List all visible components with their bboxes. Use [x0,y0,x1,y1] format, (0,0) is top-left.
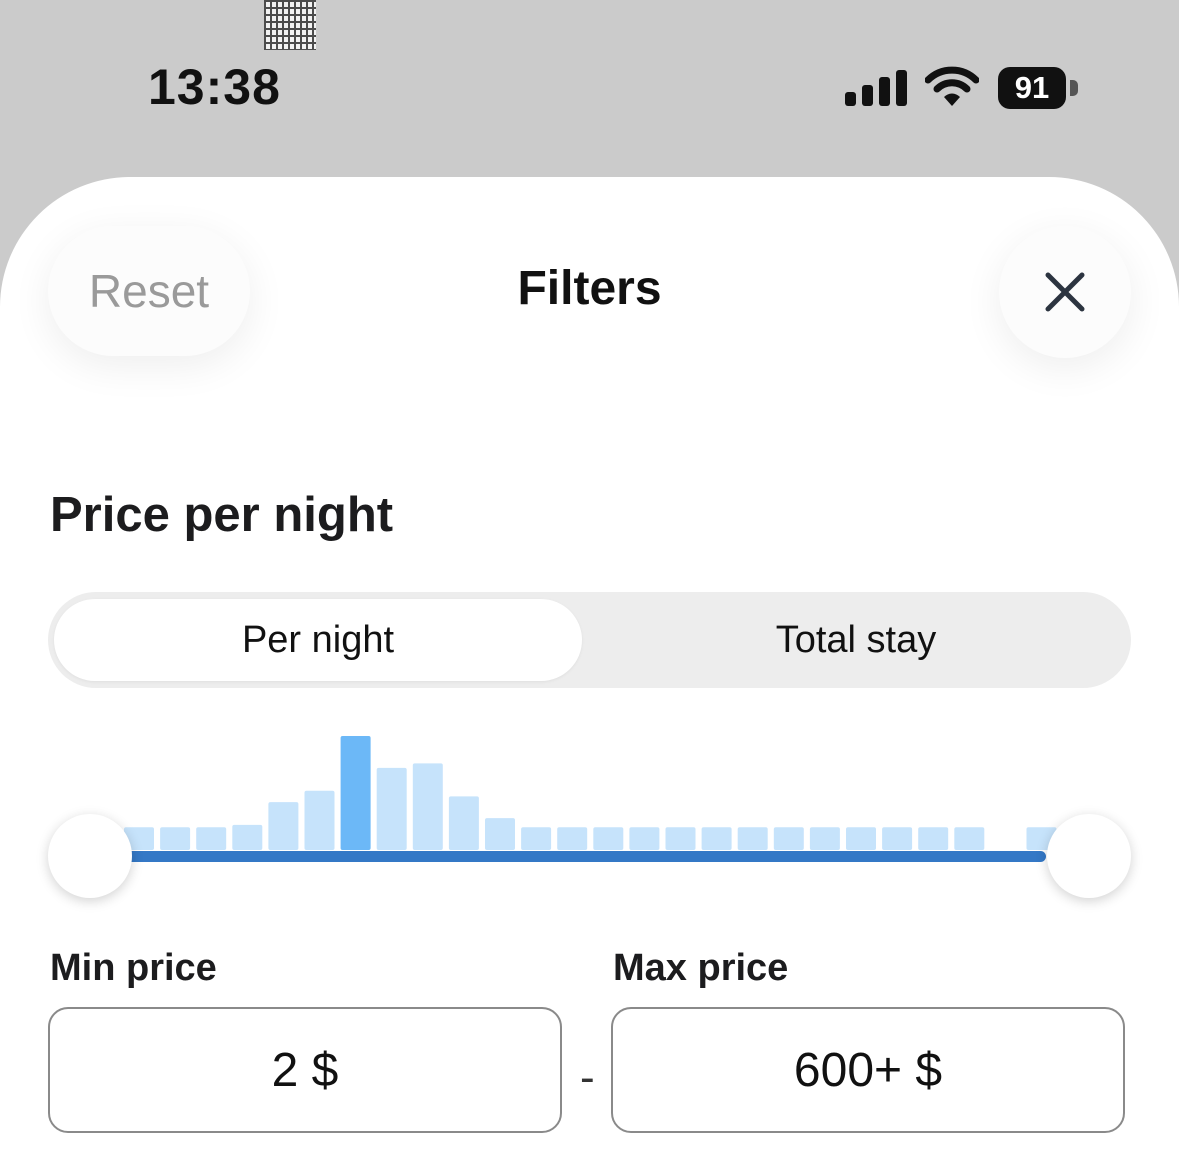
histogram-bar [268,802,299,850]
histogram-bar [882,827,913,850]
histogram-bar [521,827,552,850]
max-price-handle[interactable] [1047,814,1131,898]
histogram-bar [593,827,624,850]
min-price-field[interactable]: 2 $ [48,1007,562,1133]
max-price-label: Max price [613,947,789,989]
histogram-bar [557,827,588,850]
min-price-label: Min price [50,947,217,989]
histogram-bar [376,767,407,850]
close-button[interactable] [999,226,1131,358]
price-mode-toggle: Per night Total stay [48,592,1131,688]
cellular-signal-icon [845,70,907,106]
histogram-bar [485,818,515,850]
histogram-bar [701,827,732,850]
max-price-value: 600+ $ [793,1043,943,1097]
toggle-per-night[interactable]: Per night [54,599,582,681]
section-title: Price per night [50,488,394,542]
toggle-total-stay[interactable]: Total stay [588,599,1124,681]
histogram-bar [918,827,949,850]
histogram-bar [448,796,479,850]
histogram-bar [809,827,840,850]
histogram-bar [340,736,371,850]
qr-code [264,0,316,50]
histogram-bar [846,827,876,850]
battery-nub [1070,80,1078,96]
filters-sheet: Reset Filters Price per night Per night … [0,177,1179,1165]
wifi-icon [925,66,979,106]
histogram-bar [160,827,191,850]
range-separator: - [580,1053,595,1102]
price-slider-track[interactable] [90,851,1046,862]
histogram-bar [665,827,696,850]
histogram-bar [629,827,660,850]
histogram-bar [954,827,985,850]
min-price-handle[interactable] [48,814,132,898]
histogram-bar [232,824,263,850]
status-time: 13:38 [148,59,281,115]
histogram-bar [737,827,768,850]
battery-icon: 91 [998,67,1066,109]
close-icon [1045,272,1085,312]
histogram-bar [196,827,227,850]
histogram-bar [304,790,335,850]
min-price-value: 2 $ [271,1043,339,1097]
histogram-bar [412,763,443,850]
max-price-field[interactable]: 600+ $ [611,1007,1125,1133]
battery-level: 91 [1014,70,1050,105]
histogram-bar [773,827,804,850]
